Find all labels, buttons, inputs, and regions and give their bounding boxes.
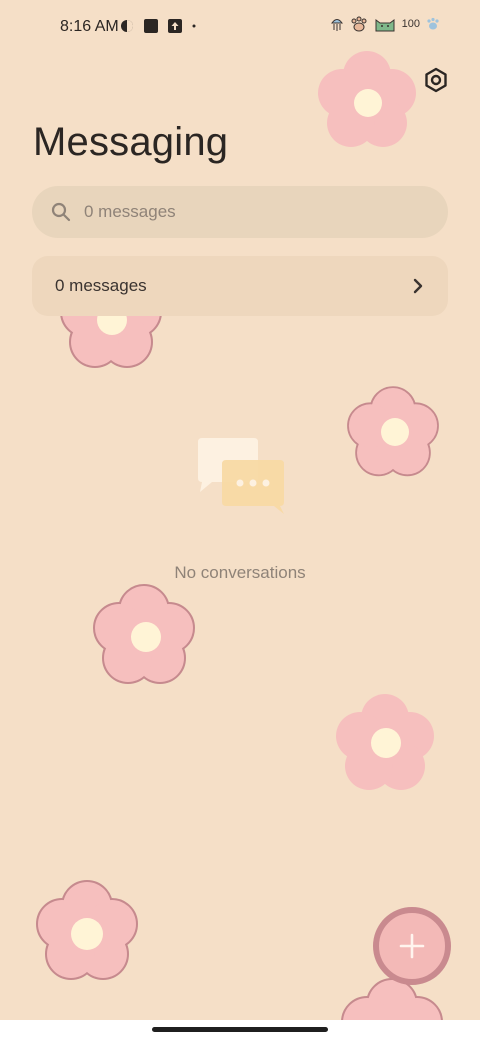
app-notification-icon xyxy=(144,19,158,33)
battery-level: 100 xyxy=(401,18,420,30)
search-icon xyxy=(50,201,72,223)
jellyfish-icon xyxy=(330,19,343,31)
page-title: Messaging xyxy=(33,120,229,164)
messages-row-label: 0 messages xyxy=(55,276,147,295)
status-bar: 8:16 AM 100 xyxy=(0,0,480,56)
status-notification-icons xyxy=(120,18,197,34)
cat-wifi-icon xyxy=(375,19,395,32)
battery-paw-icon xyxy=(427,17,439,30)
settings-button[interactable] xyxy=(422,66,450,94)
home-indicator[interactable] xyxy=(152,1027,328,1032)
upload-icon xyxy=(168,19,182,33)
paw-icon xyxy=(351,16,367,32)
more-notifications-dot-icon xyxy=(192,24,196,28)
empty-conversations-icon xyxy=(198,438,284,514)
empty-state-text: No conversations xyxy=(174,563,306,582)
chevron-right-icon xyxy=(410,278,426,294)
status-system-icons: 100 xyxy=(330,16,440,32)
status-time: 8:16 AM xyxy=(60,18,119,35)
messages-row[interactable]: 0 messages xyxy=(32,256,448,316)
data-saver-icon xyxy=(121,20,133,32)
search-bar[interactable]: 0 messages xyxy=(32,186,448,238)
search-input[interactable]: 0 messages xyxy=(84,202,176,222)
plus-icon xyxy=(399,933,425,959)
new-conversation-button[interactable] xyxy=(373,907,451,985)
settings-icon xyxy=(425,67,447,93)
